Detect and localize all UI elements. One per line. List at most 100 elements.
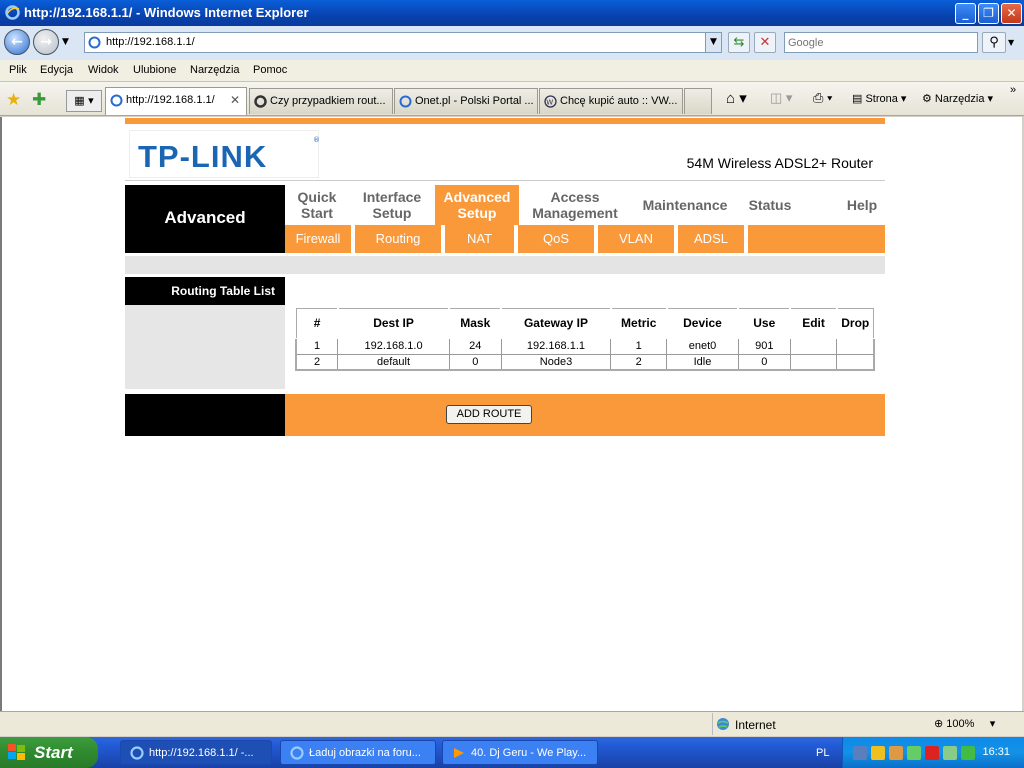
restore-button[interactable]: ❐ [978,3,999,24]
col-drop: Drop [835,307,876,339]
taskbar-item-ie-upload[interactable]: Ładuj obrazki na foru... [280,740,436,765]
col-edit: Edit [789,307,838,339]
antivirus-icon[interactable] [907,746,921,760]
add-favorite-icon[interactable]: ✚ [32,90,46,110]
nav-line: Quick [297,189,337,205]
cell-device: Idle [666,353,739,371]
cell-edit[interactable] [789,353,838,371]
security-zone: Internet [712,713,926,735]
search-box[interactable] [784,32,978,53]
section-title: Routing Table List [125,277,285,305]
subnav-routing[interactable]: Routing [355,225,445,253]
table-header-row: # Dest IP Mask Gateway IP Metric Device … [295,307,876,339]
new-tab-button[interactable] [684,88,712,114]
ie-page-icon [399,95,412,108]
nav-access-management[interactable]: Access Management [525,185,625,225]
back-button[interactable]: ← [4,29,30,55]
ie-page-icon [254,95,267,108]
menu-tools[interactable]: Narzędzia [190,64,240,76]
tab-label: Onet.pl - Polski Portal ... [415,95,534,107]
safely-remove-icon[interactable] [889,746,903,760]
menu-favorites[interactable]: Ulubione [133,64,176,76]
tab-router-question[interactable]: Czy przypadkiem rout... [249,88,393,114]
routing-table: # Dest IP Mask Gateway IP Metric Device … [295,307,876,371]
window-titlebar: http://192.168.1.1/ - Windows Internet E… [0,0,1024,26]
menu-edit[interactable]: Edycja [40,64,73,76]
start-button[interactable]: Start [0,737,98,768]
app-tray-icon[interactable] [925,746,939,760]
cell-drop[interactable] [836,353,875,371]
network-icon[interactable] [853,746,867,760]
zoom-level: 100% [946,718,975,730]
tab-router[interactable]: http://192.168.1.1/ ✕ [105,87,247,115]
nav-line: Access [550,189,600,205]
messenger-icon[interactable] [943,746,957,760]
nav-status[interactable]: Status [740,185,800,225]
taskbar-item-ie-router[interactable]: http://192.168.1.1/ -... [120,740,272,765]
search-button[interactable]: ⚲ [982,32,1006,53]
subnav-adsl[interactable]: ADSL [678,225,748,253]
address-dropdown-icon[interactable]: ▼ [705,33,721,52]
history-dropdown-icon[interactable]: ▼ [62,37,69,47]
search-input[interactable] [785,33,975,52]
shield-icon[interactable] [871,746,885,760]
cell-mask: 24 [448,337,502,355]
cell-dest-ip: 192.168.1.0 [337,337,450,355]
nav-line: Maintenance [642,197,728,213]
nav-advanced-setup[interactable]: Advanced Setup [435,185,519,225]
add-route-button[interactable]: ADD ROUTE [446,405,532,424]
language-indicator[interactable]: PL [816,747,829,759]
divider [125,180,885,181]
address-url[interactable]: http://192.168.1.1/ [106,36,195,48]
taskbar-item-media-player[interactable]: 40. Dj Geru - We Play... [442,740,598,765]
quick-tabs-button[interactable]: ▦ ▾ [66,90,102,112]
nav-help[interactable]: Help [837,185,887,225]
taskbar-item-label: Ładuj obrazki na foru... [309,747,421,759]
tools-menu[interactable]: ⚙ Narzędzia ▾ [922,92,993,105]
more-commands-icon[interactable]: » [1010,84,1016,96]
address-toolbar: ← → ▼ http://192.168.1.1/ ▼ ⇆ ✕ ⚲ ▼ [0,26,1024,60]
address-bar[interactable]: http://192.168.1.1/ ▼ [84,32,722,53]
cell-drop[interactable] [836,337,875,355]
subnav-nat[interactable]: NAT [445,225,518,253]
zoom-control[interactable]: ⊕ 100% ▾ [934,717,995,730]
cell-metric: 1 [610,337,668,355]
start-label: Start [34,743,73,762]
routing-section: Routing Table List # Dest IP Mask Gatewa… [125,277,885,393]
feeds-icon[interactable]: ◫ ▾ [770,90,792,106]
refresh-button[interactable]: ⇆ [728,32,750,53]
globe-icon [717,718,729,730]
subnav-firewall[interactable]: Firewall [285,225,355,253]
tab-label: Chcę kupić auto :: VW... [560,95,678,107]
close-window-button[interactable]: ✕ [1001,3,1022,24]
home-icon[interactable]: ⌂ ▾ [726,89,747,107]
page-menu[interactable]: ▤ Strona ▾ [852,92,906,105]
page-menu-label: Strona [865,93,898,105]
router-page: TP-LINK ® 54M Wireless ADSL2+ Router Adv… [125,118,885,436]
favorites-star-icon[interactable]: ★ [6,90,21,110]
menu-file[interactable]: Plik [9,64,27,76]
menu-view[interactable]: Widok [88,64,119,76]
menu-help[interactable]: Pomoc [253,64,287,76]
page-icon [88,36,101,49]
volume-icon[interactable] [961,746,975,760]
taskbar: Start http://192.168.1.1/ -... Ładuj obr… [0,737,1024,768]
tab-vw[interactable]: W Chcę kupić auto :: VW... [539,88,683,114]
subnav-qos[interactable]: QoS [518,225,598,253]
windows-flag-icon [8,744,25,760]
tab-label: http://192.168.1.1/ [126,94,215,106]
minimize-button[interactable]: _ [955,3,976,24]
nav-maintenance[interactable]: Maintenance [635,185,735,225]
tab-onet[interactable]: Onet.pl - Polski Portal ... [394,88,538,114]
main-navigation: Advanced Quick Start Interface Setup Adv… [125,185,885,253]
print-icon[interactable]: ⎙ ▾ [813,90,832,106]
subnav-vlan[interactable]: VLAN [598,225,678,253]
nav-interface-setup[interactable]: Interface Setup [355,185,429,225]
nav-quick-start[interactable]: Quick Start [285,185,349,225]
nav-line: Help [846,197,878,213]
cell-edit[interactable] [789,337,838,355]
forward-button[interactable]: → [33,29,59,55]
stop-button[interactable]: ✕ [754,32,776,53]
close-tab-icon[interactable]: ✕ [230,93,240,107]
search-options-icon[interactable]: ▼ [1008,38,1014,47]
